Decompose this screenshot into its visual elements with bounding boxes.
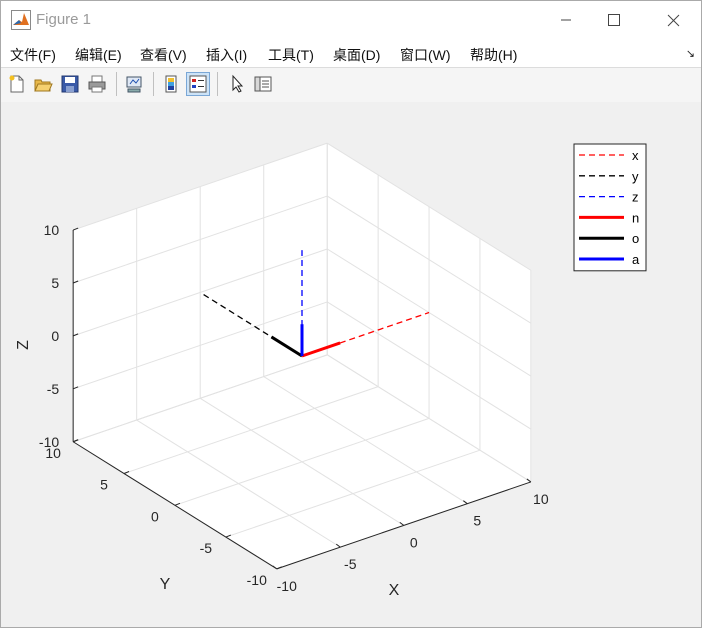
legend-button[interactable] xyxy=(186,72,210,96)
open-file-button[interactable] xyxy=(31,72,55,96)
colorbar-button[interactable] xyxy=(159,72,183,96)
figure-toolbar xyxy=(1,67,701,103)
x-tick-label: -10 xyxy=(277,578,297,594)
y-axis-label: Y xyxy=(160,576,171,593)
pointer-icon xyxy=(232,74,244,93)
y-tick-label: 0 xyxy=(151,508,159,524)
y-tick-label: 10 xyxy=(45,445,61,461)
close-button[interactable] xyxy=(646,1,700,39)
title-bar[interactable]: Figure 1 xyxy=(1,1,701,39)
open-file-icon xyxy=(34,79,53,92)
menu-insert[interactable]: 插入(I) xyxy=(206,45,247,65)
new-figure-icon xyxy=(9,75,24,93)
z-tick-label: 0 xyxy=(51,328,59,344)
legend-label-n: n xyxy=(632,210,639,225)
legend-label-a: a xyxy=(632,252,640,267)
menu-bar: 文件(F) 编辑(E) 查看(V) 插入(I) 工具(T) 桌面(D) 窗口(W… xyxy=(1,39,701,67)
z-tick-label: 10 xyxy=(44,222,60,238)
x-tick-label: 0 xyxy=(410,534,418,550)
x-tick-label: 5 xyxy=(473,513,481,529)
figure-window: Figure 1 文件(F) 编辑(E) 查看(V) 插入(I) 工具(T) 桌… xyxy=(0,0,702,628)
toolbar-separator xyxy=(116,72,117,96)
toolbar-separator xyxy=(217,72,218,96)
print-icon xyxy=(88,75,106,93)
minimize-button[interactable] xyxy=(539,1,593,39)
menu-desktop[interactable]: 桌面(D) xyxy=(333,45,380,65)
menu-help[interactable]: 帮助(H) xyxy=(470,45,517,65)
legend-icon xyxy=(189,75,207,93)
maximize-button[interactable] xyxy=(587,1,641,39)
link-plot-button[interactable] xyxy=(122,72,146,96)
maximize-icon xyxy=(608,14,620,26)
save-button[interactable] xyxy=(58,72,82,96)
save-icon xyxy=(61,75,79,93)
minimize-icon xyxy=(561,19,571,21)
link-plot-icon xyxy=(126,76,142,93)
close-icon xyxy=(667,14,679,26)
z-tick-label: 5 xyxy=(51,275,59,291)
z-tick-label: -5 xyxy=(47,381,60,397)
legend-label-z: z xyxy=(632,190,639,205)
property-inspector-icon xyxy=(254,76,272,92)
x-axis-label: X xyxy=(389,582,400,599)
figure-canvas[interactable]: -10 -10 -10 -5 -5 -5 0 0 0 5 5 5 10 10 10 Z Y Xx y z n o a xyxy=(1,102,701,627)
z-axis-label: Z xyxy=(15,340,32,350)
axes-3d-plot[interactable]: -10-10 -10-5-5-5000555101010ZY Xxyznoa xyxy=(1,102,701,627)
pointer-button[interactable] xyxy=(225,72,249,96)
matlab-logo-icon xyxy=(11,10,31,30)
legend-label-o: o xyxy=(632,231,639,246)
y-tick-label: -5 xyxy=(200,540,213,556)
menu-tools[interactable]: 工具(T) xyxy=(268,45,314,65)
x-tick-label: 10 xyxy=(533,491,549,507)
menu-view[interactable]: 查看(V) xyxy=(140,45,187,65)
menu-file[interactable]: 文件(F) xyxy=(10,45,56,65)
dock-arrow-icon[interactable]: ↘ xyxy=(686,47,695,60)
menu-window[interactable]: 窗口(W) xyxy=(400,45,451,65)
window-title: Figure 1 xyxy=(36,11,92,28)
y-tick-label: 5 xyxy=(100,477,108,493)
print-button[interactable] xyxy=(85,72,109,96)
property-inspector-button[interactable] xyxy=(251,72,275,96)
x-tick-label: -5 xyxy=(344,556,357,572)
legend-label-x: x xyxy=(632,148,639,163)
menu-edit[interactable]: 编辑(E) xyxy=(75,45,122,65)
legend-label-y: y xyxy=(632,169,639,184)
new-figure-button[interactable] xyxy=(5,72,29,96)
y-tick-label: -10 xyxy=(247,572,267,588)
colorbar-icon xyxy=(165,75,177,93)
toolbar-separator xyxy=(153,72,154,96)
